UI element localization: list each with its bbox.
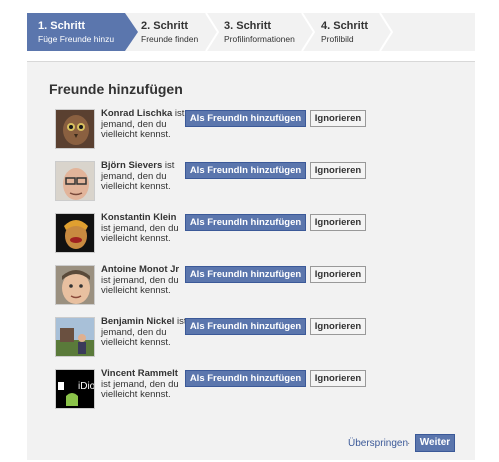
add-friend-button[interactable]: Als FreundIn hinzufügen [185,110,306,127]
friend-text: ist jemand, den du [101,222,179,234]
footer-separator: · [407,438,411,449]
avatar[interactable] [55,265,95,305]
friend-suggestion-row: Konrad Lischka ist jemand, den du vielle… [55,108,455,151]
friend-name[interactable]: Konstantin Klein [101,212,176,223]
ignore-button[interactable]: Ignorieren [310,266,366,283]
page-title: Freunde hinzufügen [49,81,183,97]
add-friend-button[interactable]: Als FreundIn hinzufügen [185,214,306,231]
step-2-subtitle: Freunde finden [141,34,199,44]
friend-suggestion-row: Antoine Monot Jr ist jemand, den du viel… [55,264,455,307]
step-3-subtitle: Profilinformationen [224,34,295,44]
friend-text: vielleicht kennst. [101,233,171,244]
avatar[interactable] [55,317,95,357]
add-friend-button[interactable]: Als FreundIn hinzufügen [185,318,306,335]
friend-text: jemand, den du [101,118,167,130]
friend-name[interactable]: Antoine Monot Jr [101,264,179,275]
avatar[interactable] [55,213,95,253]
friend-text: vielleicht kennst. [101,337,171,348]
friend-suggestion-row: iDiot Vincent Rammelt ist jemand, den du… [55,368,455,411]
friend-text: ist [172,108,185,119]
friend-suggestion-row: Konstantin Klein ist jemand, den du viel… [55,212,455,255]
step-4[interactable]: 4. Schritt Profilbild [321,13,368,51]
step-3-title: 3. Schritt [224,20,272,32]
step-4-title: 4. Schritt [321,20,369,32]
add-friend-button[interactable]: Als FreundIn hinzufügen [185,370,306,387]
step-navigation: 1. Schritt Füge Freunde hinzu 2. Schritt… [27,13,475,51]
avatar[interactable] [55,109,95,149]
friend-description: Konstantin Klein ist jemand, den du viel… [101,212,189,245]
step-1[interactable]: 1. Schritt Füge Freunde hinzu [27,13,125,51]
avatar-logo-text: iDiot [78,381,95,392]
ignore-button[interactable]: Ignorieren [310,162,366,179]
friend-text: jemand, den du [101,170,167,182]
ignore-button[interactable]: Ignorieren [310,214,366,231]
step-separator [379,13,393,51]
friend-text: vielleicht kennst. [101,181,171,192]
add-friend-button[interactable]: Als FreundIn hinzufügen [185,266,306,283]
friend-text: vielleicht kennst. [101,129,171,140]
step-2-title: 2. Schritt [141,20,189,32]
avatar[interactable] [55,161,95,201]
friend-text: ist jemand, den du [101,274,179,286]
friend-name[interactable]: Björn Sievers [101,160,162,171]
friend-description: Antoine Monot Jr ist jemand, den du viel… [101,264,189,297]
step-4-subtitle: Profilbild [321,34,354,44]
ignore-button[interactable]: Ignorieren [310,318,366,335]
step-3[interactable]: 3. Schritt Profilinformationen [224,13,295,51]
step-1-subtitle: Füge Freunde hinzu [38,34,115,44]
friend-name[interactable]: Konrad Lischka [101,108,172,119]
step-separator [205,13,219,51]
friend-name[interactable]: Vincent Rammelt [101,368,178,379]
friend-text: vielleicht kennst. [101,285,171,296]
friend-suggestion-row: Benjamin Nickel ist jemand, den du viell… [55,316,455,359]
step-2[interactable]: 2. Schritt Freunde finden [141,13,198,51]
friend-text: jemand, den du [101,326,167,338]
ignore-button[interactable]: Ignorieren [310,370,366,387]
add-friend-button[interactable]: Als FreundIn hinzufügen [185,162,306,179]
add-friends-panel: Freunde hinzufügen Konrad Lischka ist je… [27,61,475,460]
friend-description: Björn Sievers ist jemand, den du viellei… [101,160,189,193]
friend-suggestion-row: Björn Sievers ist jemand, den du viellei… [55,160,455,203]
friend-text: ist [162,160,175,171]
step-1-title: 1. Schritt [38,20,86,32]
next-button[interactable]: Weiter [415,434,455,452]
friend-text: ist jemand, den du [101,378,179,390]
step-1-arrow [125,13,138,51]
friend-text: vielleicht kennst. [101,389,171,400]
skip-link[interactable]: Überspringen [348,438,408,449]
friend-description: Benjamin Nickel ist jemand, den du viell… [101,316,189,349]
friend-description: Konrad Lischka ist jemand, den du vielle… [101,108,189,141]
friend-name[interactable]: Benjamin Nickel [101,316,174,327]
avatar[interactable]: iDiot [55,369,95,409]
ignore-button[interactable]: Ignorieren [310,110,366,127]
friend-description: Vincent Rammelt ist jemand, den du viell… [101,368,189,401]
step-separator [301,13,315,51]
